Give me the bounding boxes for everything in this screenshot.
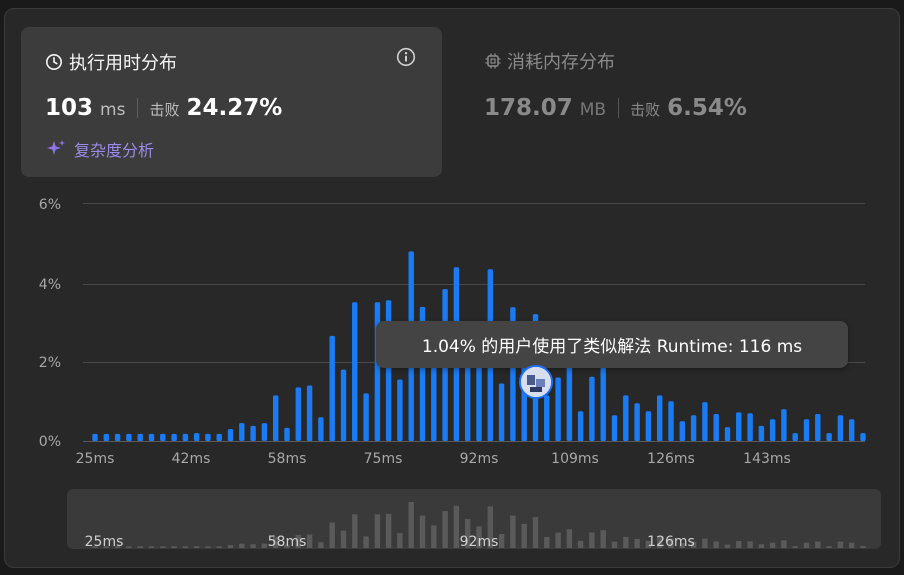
- brush-tick-label: 58ms: [267, 534, 307, 550]
- brush-bar: [340, 530, 347, 548]
- brush-bar: [126, 546, 132, 548]
- brush-bar: [148, 546, 155, 548]
- brush-bar: [758, 544, 765, 548]
- brush-bar: [374, 514, 381, 548]
- brush-bar: [239, 543, 245, 548]
- brush-bar: [352, 514, 358, 548]
- brush-bar: [826, 546, 832, 548]
- brush-bar: [702, 538, 708, 548]
- brush-bar: [442, 511, 448, 548]
- brush-bar: [724, 544, 731, 548]
- brush-bar: [803, 542, 810, 548]
- brush-bar: [329, 522, 335, 548]
- brush-bar: [781, 540, 787, 548]
- brush-bar: [815, 541, 821, 548]
- brush-bar: [623, 536, 629, 548]
- brush-bar: [713, 541, 719, 548]
- brush-bar: [419, 515, 426, 548]
- brush-bar: [431, 525, 437, 548]
- brush-bar: [769, 542, 776, 548]
- brush-bar: [555, 532, 561, 548]
- brush-tick-label: 126ms: [647, 534, 695, 550]
- brush-bar: [408, 502, 414, 548]
- brush-bar: [318, 542, 324, 548]
- brush-tick-label: 92ms: [459, 534, 499, 550]
- brush-bar: [160, 546, 166, 548]
- brush-bar: [837, 541, 844, 548]
- brush-bar: [521, 523, 527, 548]
- brush-histogram: [92, 502, 866, 548]
- brush-bar: [634, 538, 640, 548]
- brush-bar: [171, 546, 177, 548]
- brush-bar: [397, 533, 403, 548]
- brush-bar: [860, 546, 866, 548]
- brush-bar: [747, 541, 753, 548]
- brush-bar: [137, 546, 143, 548]
- brush-bar: [792, 546, 798, 548]
- brush-bar: [453, 505, 460, 548]
- brush-bar: [261, 543, 268, 548]
- brush-bar: [577, 540, 584, 548]
- brush-bar: [205, 546, 211, 548]
- brush-bar: [532, 517, 539, 548]
- brush-bar: [227, 545, 234, 548]
- brush-bar: [363, 536, 369, 548]
- brush-bar: [250, 544, 256, 548]
- brush-bar: [566, 529, 573, 548]
- brush-bar: [544, 536, 550, 548]
- brush-bar: [498, 534, 505, 548]
- brush-bar: [182, 546, 189, 548]
- brush-bar: [216, 546, 222, 548]
- brush-bar: [600, 530, 606, 548]
- brush-bar: [306, 534, 313, 548]
- brush-bar: [589, 532, 595, 548]
- brush-bar: [611, 541, 618, 548]
- brush-bar: [736, 541, 742, 548]
- brush-bar: [385, 513, 392, 548]
- brush-bar: [849, 542, 855, 548]
- brush-tick-label: 25ms: [84, 534, 124, 550]
- brush-bar: [193, 546, 200, 548]
- brush-bar: [510, 515, 516, 548]
